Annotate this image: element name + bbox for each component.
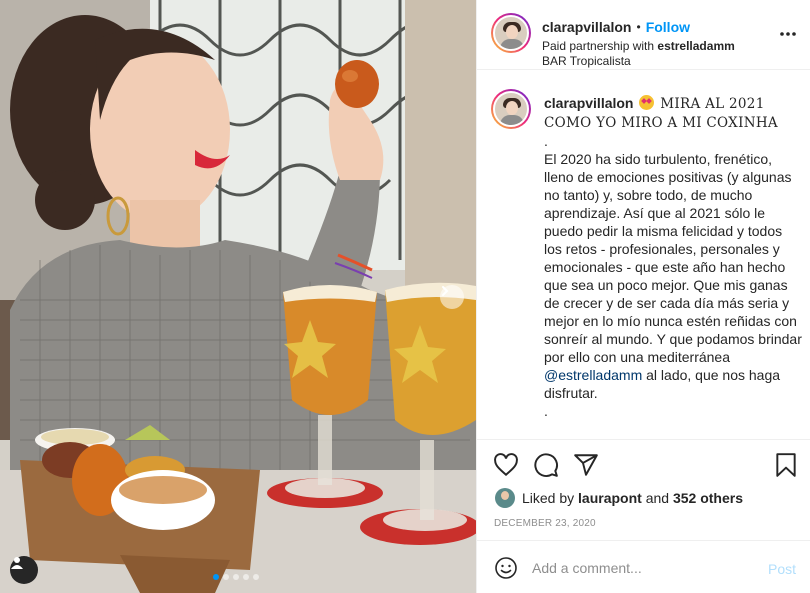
caption-username[interactable]: clarapvillalon [544,95,633,111]
carousel-dot [213,574,219,580]
comment-icon[interactable] [533,452,559,478]
post-caption: clarapvillalon MIRA AL 2021 COMO YO MIRO… [544,94,802,420]
carousel-dot [253,574,259,580]
carousel-indicator [213,574,259,580]
post-header: clarapvillalon • Follow Paid partnership… [477,0,810,70]
follow-button[interactable]: Follow [646,19,690,35]
likes-summary: Liked by laurapont and 352 others [495,488,743,508]
star-struck-emoji-icon [639,95,655,110]
share-icon[interactable] [573,452,599,478]
bookmark-icon[interactable] [773,452,799,478]
comment-bar: Post [477,540,810,593]
partner-link[interactable]: estrelladamm [657,39,734,53]
comment-input[interactable] [532,553,752,583]
carousel-next-button[interactable] [440,285,464,309]
tagged-users-button[interactable] [10,556,38,584]
post-date[interactable]: DECEMBER 23, 2020 [494,518,596,529]
partnership-prefix: Paid partnership with [542,39,658,53]
liker-avatar[interactable] [495,488,515,508]
chevron-right-icon [442,286,449,296]
heart-icon[interactable] [493,452,519,478]
author-username[interactable]: clarapvillalon [542,19,631,35]
user-icon [11,557,23,569]
post-photo[interactable] [0,0,476,593]
carousel-dot [243,574,249,580]
location-link[interactable]: BAR Tropicalista [542,54,631,68]
photo-illustration [0,0,476,593]
paid-partnership-label: Paid partnership with estrelladamm [542,39,735,53]
post-comment-button[interactable]: Post [768,561,796,577]
author-avatar[interactable] [491,13,531,53]
emoji-icon[interactable] [494,556,518,580]
others-link[interactable]: 352 others [673,490,743,506]
caption-area: clarapvillalon MIRA AL 2021 COMO YO MIRO… [477,71,810,439]
caption-author-avatar[interactable] [491,89,531,129]
mention-link[interactable]: @estrelladamm [544,367,642,383]
caption-body: El 2020 ha sido turbulento, frenético, l… [544,151,802,401]
liked-user-link[interactable]: laurapont [578,490,642,506]
more-options-icon[interactable] [778,24,798,44]
caption-dot: . [544,133,548,149]
carousel-dot [233,574,239,580]
caption-dot: . [544,403,548,419]
carousel-dot [223,574,229,580]
post-side-panel: clarapvillalon • Follow Paid partnership… [476,0,810,593]
separator-dot: • [636,20,641,34]
